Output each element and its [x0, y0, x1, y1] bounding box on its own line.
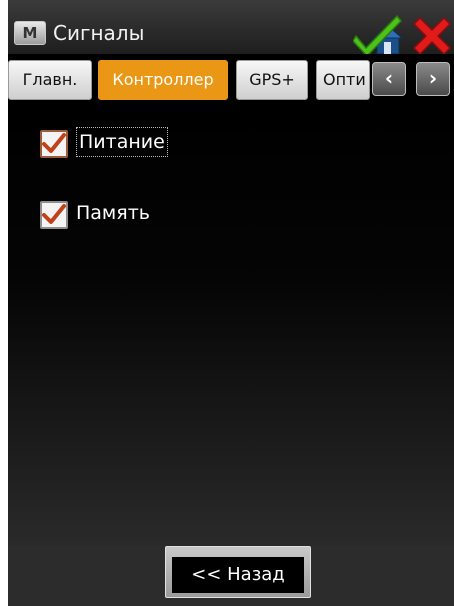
tabs-scroll-right-button[interactable]: ›: [416, 62, 450, 96]
close-button[interactable]: [410, 14, 454, 58]
footer-bar: << Назад: [8, 546, 454, 606]
back-button[interactable]: << Назад: [165, 546, 311, 598]
tab-main[interactable]: Главн.: [8, 60, 92, 100]
checkmark-icon: [42, 133, 66, 153]
tab-controller[interactable]: Контроллер: [98, 60, 228, 100]
chevron-left-icon: ‹: [384, 66, 394, 90]
title-bar: M Сигналы: [8, 0, 454, 58]
signals-screen: M Сигналы Главн. Контроллер GPS+ Опти ‹ …: [8, 0, 454, 606]
chevron-right-icon: ›: [428, 66, 438, 90]
tab-options[interactable]: Опти: [316, 60, 370, 100]
page-title: Сигналы: [53, 21, 145, 45]
checkmark-icon: [42, 204, 66, 224]
app-menu-icon[interactable]: M: [14, 21, 46, 45]
options-panel: Питание Память: [8, 108, 454, 546]
red-x-icon: [412, 16, 452, 56]
memory-label: Память: [76, 202, 150, 224]
power-checkbox[interactable]: [40, 130, 68, 158]
tabs-scroll-left-button[interactable]: ‹: [372, 62, 406, 96]
back-button-label: << Назад: [172, 557, 304, 593]
checkmark-home-icon: [352, 14, 404, 58]
accept-button[interactable]: [352, 14, 405, 58]
memory-checkbox[interactable]: [40, 201, 68, 229]
tab-gps[interactable]: GPS+: [236, 60, 308, 100]
power-label: Питание: [76, 127, 168, 157]
